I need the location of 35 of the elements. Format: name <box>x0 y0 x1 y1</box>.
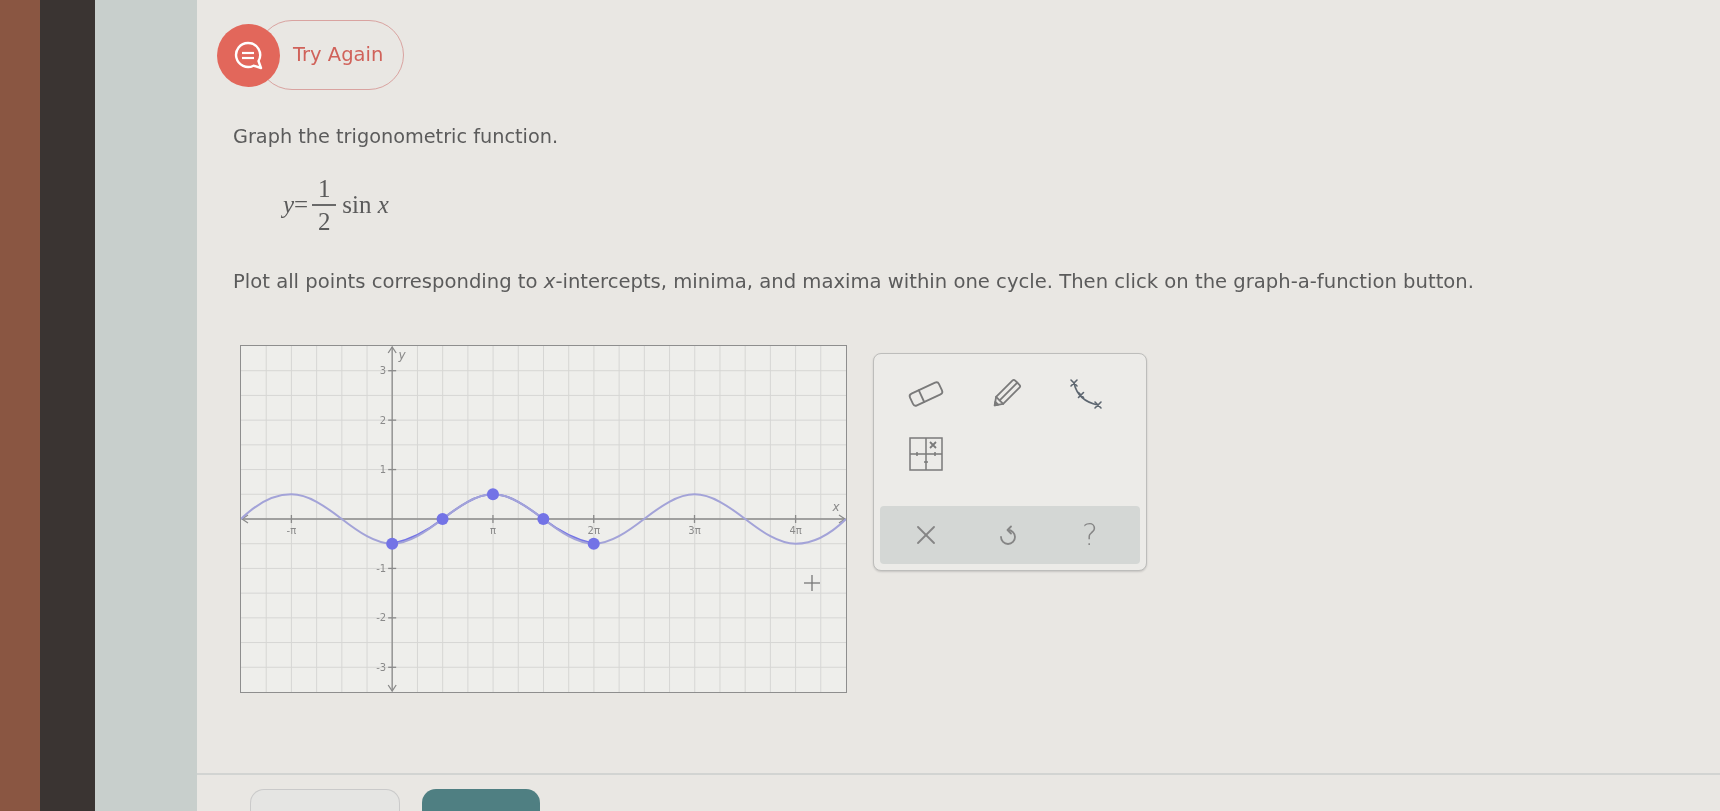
tick-label: -1 <box>376 563 387 575</box>
plot-point[interactable] <box>587 537 600 550</box>
tick-label: 2 <box>379 414 387 426</box>
plot-point[interactable] <box>537 513 550 526</box>
task-text: Plot all points corresponding to x-intercepts, minima, and maxima within one cycle. Then click on the graph-a-function button. <box>233 269 1475 294</box>
axis-label: x <box>832 500 840 515</box>
tick-label: 3π <box>688 525 701 537</box>
help-button[interactable]: ? <box>1070 513 1110 558</box>
eraser-icon <box>906 380 946 409</box>
axis-label: y <box>398 348 406 363</box>
feedback-button[interactable]: Try Again <box>217 20 404 90</box>
chat-bubble-icon <box>217 23 280 87</box>
fraction-numerator: 1 <box>317 176 331 202</box>
tick-label: -3 <box>376 661 387 673</box>
curve-icon <box>1068 377 1104 412</box>
tick-label: -2 <box>376 612 387 624</box>
tick-label: 4π <box>789 525 802 537</box>
plot-point[interactable] <box>486 488 499 501</box>
equation-lhs: y= <box>283 190 309 221</box>
plot-point[interactable] <box>386 537 399 550</box>
graph-icon <box>909 437 943 472</box>
tick-label: -π <box>286 525 297 537</box>
crosshair-cursor-icon <box>803 574 821 592</box>
close-icon <box>917 526 935 545</box>
fraction-denominator: 2 <box>317 208 331 234</box>
plot-point[interactable] <box>436 513 449 526</box>
primary-button[interactable] <box>422 789 540 811</box>
instruction-text: Graph the trigonometric function. <box>233 124 560 148</box>
tick-label: 3 <box>379 365 387 377</box>
equation-rhs: sin x <box>342 190 389 221</box>
graph-panel[interactable]: -π π 2π 3π 4π -3 -2 -1 1 2 3 x y <box>240 345 847 694</box>
undo-icon <box>999 524 1017 546</box>
tick-label: 1 <box>379 464 387 476</box>
tick-label: π <box>489 525 496 537</box>
tick-label: 2π <box>587 525 600 537</box>
